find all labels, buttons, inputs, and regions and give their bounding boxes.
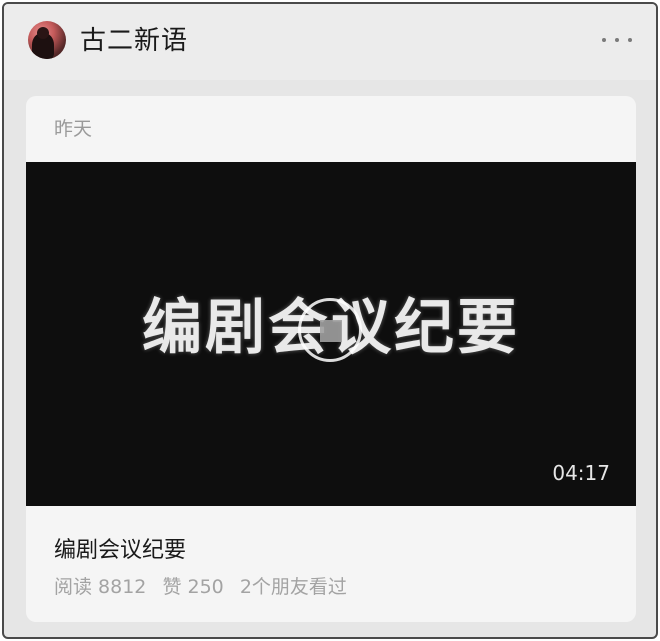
- read-count: 阅读 8812: [54, 576, 147, 598]
- avatar-head: [37, 27, 49, 39]
- avatar-icon[interactable]: [28, 21, 66, 59]
- more-dots-icon[interactable]: [602, 28, 632, 52]
- post-card[interactable]: 昨天 编剧会议纪要 04:17 编剧会议纪要 阅读 8812 赞 250 2个朋…: [26, 96, 636, 622]
- dot-icon: [628, 38, 632, 42]
- account-header: 古二新语: [4, 4, 656, 80]
- dot-icon: [615, 38, 619, 42]
- video-player[interactable]: 编剧会议纪要 04:17: [26, 162, 636, 506]
- play-icon[interactable]: [298, 298, 362, 362]
- post-title[interactable]: 编剧会议纪要: [54, 536, 186, 566]
- post-date: 昨天: [54, 118, 93, 140]
- play-button-center: [320, 320, 342, 342]
- video-duration: 04:17: [552, 461, 610, 485]
- dot-icon: [602, 38, 606, 42]
- post-stats: 阅读 8812 赞 250 2个朋友看过: [54, 574, 357, 600]
- account-name[interactable]: 古二新语: [80, 24, 188, 58]
- friends-viewed: 2个朋友看过: [239, 576, 347, 598]
- like-count: 赞 250: [162, 576, 224, 598]
- wechat-post-window: 古二新语 昨天 编剧会议纪要 04:17 编剧会议纪要 阅读 8812 赞 25…: [2, 2, 658, 639]
